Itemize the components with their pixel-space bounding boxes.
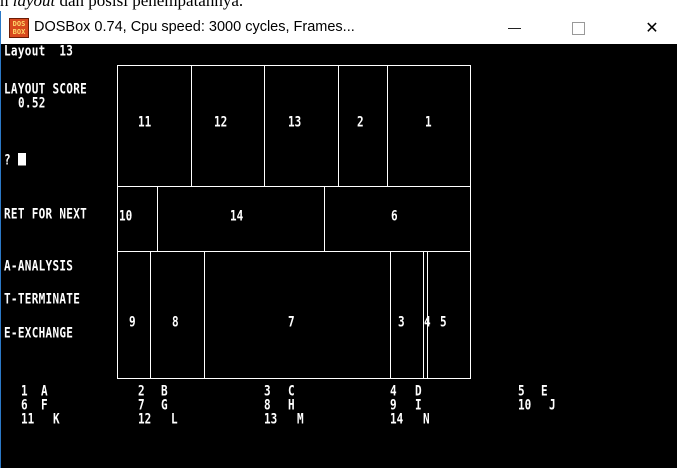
layout-label: Layout 13 (4, 44, 74, 59)
title-bar[interactable]: DOS BOX DOSBox 0.74, Cpu speed: 3000 cyc… (1, 11, 677, 44)
cell-number: 14 (230, 208, 244, 225)
legend-letter: K (53, 411, 60, 428)
menu-exchange: E-EXCHANGE (4, 324, 74, 341)
cell-number: 1 (425, 114, 432, 131)
cell-number: 6 (391, 208, 398, 225)
cell-divider (338, 65, 339, 186)
legend-letter: J (549, 397, 556, 414)
cell-number: 3 (398, 314, 405, 331)
cell-number: 12 (214, 114, 228, 131)
legend-letter: H (288, 397, 295, 414)
legend-number: 14 (390, 411, 404, 428)
maximize-icon (571, 22, 585, 35)
legend-letter: L (171, 411, 178, 428)
background-text-italic: layout (12, 0, 56, 10)
row-divider (117, 251, 471, 252)
cell-divider (157, 186, 158, 251)
legend-number: 10 (518, 397, 532, 414)
cell-divider (204, 251, 205, 379)
close-button[interactable]: ✕ (629, 11, 675, 44)
cell-number: 10 (119, 208, 133, 225)
cell-number: 8 (172, 314, 179, 331)
legend-number: 13 (264, 411, 278, 428)
layout-diagram (117, 65, 471, 379)
input-prompt: ? (4, 151, 26, 168)
row-divider (117, 186, 471, 187)
legend-letter: G (161, 397, 168, 414)
legend-number: 11 (21, 411, 35, 428)
menu-terminate: T-TERMINATE (4, 290, 81, 307)
dos-screen[interactable]: Layout 13 LAYOUT SCORE 0.52 ? RET FOR NE… (1, 44, 677, 468)
menu-analysis: A-ANALYSIS (4, 257, 74, 274)
legend-letter: E (541, 383, 548, 400)
minimize-button[interactable] (491, 11, 537, 44)
cell-number: 9 (129, 314, 136, 331)
background-document-text: n layout dan posisi penempatannya. (0, 0, 677, 11)
ret-label: RET FOR NEXT (4, 205, 88, 222)
legend-number: 12 (138, 411, 152, 428)
cell-number: 5 (440, 314, 447, 331)
cell-divider (390, 251, 391, 379)
cell-divider (150, 251, 151, 379)
close-icon: ✕ (645, 18, 659, 37)
app-icon-text: DOS BOX (12, 20, 26, 36)
maximize-button[interactable] (555, 11, 601, 44)
legend-letter: N (423, 411, 430, 428)
window-title: DOSBox 0.74, Cpu speed: 3000 cycles, Fra… (34, 19, 355, 35)
dosbox-window: DOS BOX DOSBox 0.74, Cpu speed: 3000 cyc… (0, 11, 677, 468)
dosbox-app-icon[interactable]: DOS BOX (9, 18, 29, 38)
background-text-prefix: n (0, 0, 13, 10)
minimize-icon (507, 28, 521, 29)
cell-number: 11 (138, 114, 152, 131)
cell-number: 7 (288, 314, 295, 331)
cell-divider (191, 65, 192, 186)
legend-letter: I (415, 397, 422, 414)
cell-divider (387, 65, 388, 186)
cell-number: 13 (288, 114, 302, 131)
background-text-suffix: dan posisi penempatannya. (55, 0, 244, 10)
cell-number: 4 (424, 314, 431, 331)
cell-divider (264, 65, 265, 186)
cell-divider (324, 186, 325, 251)
text-cursor (17, 153, 26, 166)
cell-number: 2 (357, 114, 364, 131)
legend-letter: F (41, 397, 48, 414)
legend-letter: M (297, 411, 304, 428)
prompt-symbol: ? (4, 151, 11, 168)
score-value: 0.52 (18, 94, 46, 111)
